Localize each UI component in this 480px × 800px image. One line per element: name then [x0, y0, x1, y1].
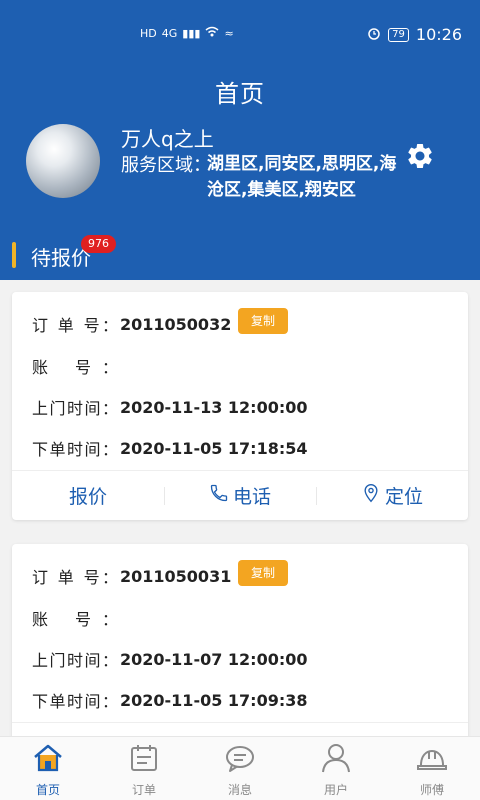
account-label: 账 号：	[32, 358, 118, 377]
locate-label: 定位	[384, 486, 423, 508]
nav-user-label: 用户	[323, 783, 348, 797]
settings-gear-icon[interactable]	[405, 141, 435, 171]
home-icon	[31, 741, 65, 779]
locate-button[interactable]: 定位	[316, 723, 468, 736]
tab-badge: 976	[81, 235, 116, 253]
order-time-row: 下单时间： 2020-11-05 17:18:54	[32, 436, 308, 460]
order-actions: 报价 电话 定位	[12, 722, 468, 736]
nav-messages[interactable]: 消息	[192, 737, 288, 800]
order-no-label: 订 单 号：	[32, 568, 118, 587]
quote-label: 报价	[68, 486, 107, 508]
visit-time-label: 上门时间：	[32, 399, 118, 418]
order-no-value: 2011050032	[120, 314, 232, 334]
order-time-label: 下单时间：	[32, 692, 118, 711]
calendar-icon	[127, 741, 161, 779]
status-time: 10:26	[415, 25, 462, 44]
order-no-label: 订 单 号：	[32, 316, 118, 335]
nav-orders[interactable]: 订单	[96, 737, 192, 800]
nav-orders-label: 订单	[131, 783, 156, 797]
user-icon	[319, 741, 353, 779]
phone-label: 电话	[232, 486, 271, 508]
visit-time-label: 上门时间：	[32, 651, 118, 670]
order-no-value: 2011050031	[120, 566, 232, 586]
order-no-row: 订 单 号： 2011050031	[32, 564, 231, 588]
order-time-value: 2020-11-05 17:09:38	[120, 690, 308, 710]
order-time-row: 下单时间： 2020-11-05 17:09:38	[32, 688, 308, 712]
tab-pending-quote[interactable]: 待报价 976	[0, 232, 480, 280]
chat-icon	[223, 741, 257, 779]
wifi-icon	[205, 26, 219, 40]
hd-icon: HD	[140, 26, 157, 40]
visit-time-row: 上门时间： 2020-11-07 12:00:00	[32, 647, 308, 671]
avatar[interactable]	[26, 124, 100, 198]
account-row: 账 号：	[32, 606, 120, 630]
order-card: 订 单 号： 2011050032 复制 账 号： 上门时间： 2020-11-…	[12, 292, 468, 520]
header: HD 4G ▮▮▮ ≈ 79 10:26 首页 万人q之上 服务区域： 湖里区,…	[0, 0, 480, 280]
tab-indicator	[12, 242, 16, 268]
copy-button[interactable]: 复制	[238, 560, 288, 586]
order-time-value: 2020-11-05 17:18:54	[120, 438, 308, 458]
status-right: 79 10:26	[367, 25, 462, 44]
order-no-row: 订 单 号： 2011050032	[32, 312, 231, 336]
order-actions: 报价 电话 定位	[12, 470, 468, 520]
alarm-icon	[367, 25, 381, 44]
order-card: 订 单 号： 2011050031 复制 账 号： 上门时间： 2020-11-…	[12, 544, 468, 736]
nav-master[interactable]: 师傅	[384, 737, 480, 800]
nav-home-label: 首页	[35, 783, 60, 797]
location-pin-icon	[361, 483, 381, 508]
nav-user[interactable]: 用户	[288, 737, 384, 800]
phone-icon	[209, 483, 229, 508]
signal-bars-icon: ▮▮▮	[182, 26, 201, 40]
signal-4g-icon: 4G	[161, 26, 178, 40]
service-area-value: 湖里区,同安区,思明区,海沧区,集美区,翔安区	[207, 154, 397, 200]
username: 万人q之上	[121, 127, 214, 151]
order-list[interactable]: 订 单 号： 2011050032 复制 账 号： 上门时间： 2020-11-…	[0, 280, 480, 736]
order-time-label: 下单时间：	[32, 440, 118, 459]
account-label: 账 号：	[32, 610, 118, 629]
status-bar: HD 4G ▮▮▮ ≈ 79 10:26	[0, 0, 480, 70]
phone-button[interactable]: 电话	[164, 471, 316, 520]
quote-button[interactable]: 报价	[12, 471, 164, 520]
visit-time-value: 2020-11-07 12:00:00	[120, 649, 308, 669]
phone-button[interactable]: 电话	[164, 723, 316, 736]
account-row: 账 号：	[32, 354, 120, 378]
nav-master-label: 师傅	[419, 783, 444, 797]
bottom-nav: 首页 订单 消息 用户 师傅	[0, 736, 480, 800]
service-area-label: 服务区域：	[121, 155, 211, 176]
visit-time-value: 2020-11-13 12:00:00	[120, 397, 308, 417]
notification-icon: ≈	[224, 26, 234, 40]
copy-button[interactable]: 复制	[238, 308, 288, 334]
page-title: 首页	[215, 80, 265, 108]
nav-messages-label: 消息	[227, 783, 252, 797]
status-indicators: HD 4G ▮▮▮ ≈	[140, 26, 234, 40]
visit-time-row: 上门时间： 2020-11-13 12:00:00	[32, 395, 308, 419]
quote-button[interactable]: 报价	[12, 723, 164, 736]
hardhat-icon	[415, 741, 449, 779]
nav-home[interactable]: 首页	[0, 737, 96, 800]
locate-button[interactable]: 定位	[316, 471, 468, 520]
battery-indicator: 79	[388, 27, 409, 42]
